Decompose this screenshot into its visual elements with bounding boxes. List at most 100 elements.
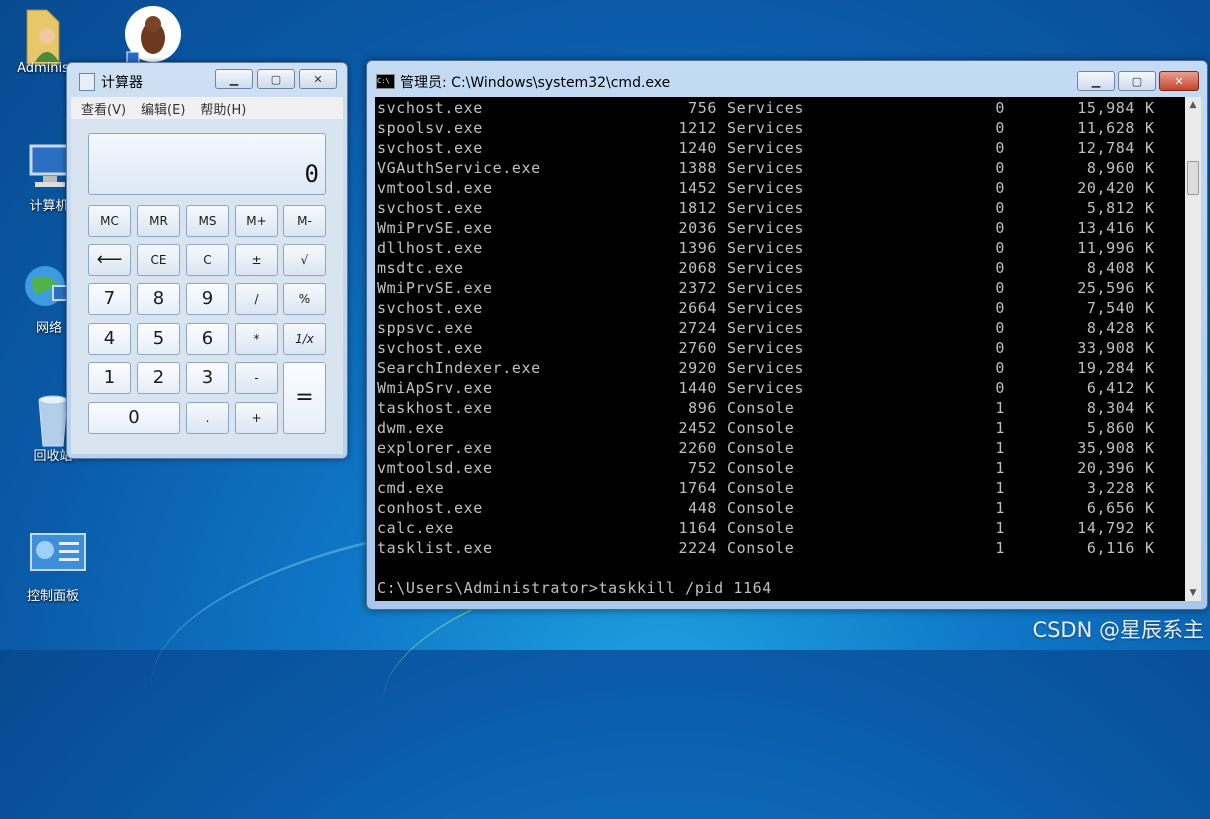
session-number: 0 <box>995 99 1005 117</box>
close-button[interactable]: ✕ <box>299 69 337 89</box>
key-backspace[interactable]: ⟵ <box>88 244 131 276</box>
desktop-icon-label: 控制面板 <box>26 589 79 604</box>
calculator-title: 计算器 <box>101 75 143 91</box>
menu-help[interactable]: 帮助(H) <box>190 97 251 118</box>
cmd-window[interactable]: C:\ 管理员: C:\Windows\system32\cmd.exe ▁ ▢… <box>366 60 1208 610</box>
key-c[interactable]: C <box>186 244 229 276</box>
memory-unit: K <box>1145 179 1155 197</box>
process-pid: 2920 <box>678 359 717 377</box>
key-ce[interactable]: CE <box>137 244 180 276</box>
process-pid: 896 <box>688 399 717 417</box>
key-sqrt[interactable]: √ <box>283 244 326 276</box>
key-reciprocal[interactable]: 1/x <box>283 323 326 355</box>
process-pid: 1212 <box>678 119 717 137</box>
memory-unit: K <box>1145 239 1155 257</box>
session-number: 0 <box>995 379 1005 397</box>
menu-edit[interactable]: 编辑(E) <box>131 97 190 118</box>
session-name: Console <box>727 519 795 537</box>
memory-unit: K <box>1145 459 1155 477</box>
minimize-button[interactable]: ▁ <box>215 69 253 89</box>
key-percent[interactable]: % <box>283 283 326 315</box>
process-pid: 1440 <box>678 379 717 397</box>
key-add[interactable]: + <box>235 402 278 434</box>
scroll-up-icon[interactable]: ▲ <box>1185 97 1201 113</box>
key-0[interactable]: 0 <box>88 402 180 434</box>
key-ms[interactable]: MS <box>186 205 229 237</box>
process-name: msdtc.exe <box>377 259 464 277</box>
memory-unit: K <box>1145 219 1155 237</box>
memory-usage: 8,960 <box>1086 159 1135 177</box>
key-5[interactable]: 5 <box>137 323 180 355</box>
key-7[interactable]: 7 <box>88 283 131 315</box>
maximize-button[interactable]: ▢ <box>257 69 295 89</box>
key-mr[interactable]: MR <box>137 205 180 237</box>
vertical-scrollbar[interactable]: ▲ ▼ <box>1185 97 1201 601</box>
calculator-titlebar[interactable]: 计算器 ▁ ▢ ✕ <box>67 63 347 97</box>
session-name: Services <box>727 139 805 157</box>
memory-unit: K <box>1145 479 1155 497</box>
maximize-button[interactable]: ▢ <box>1118 71 1156 91</box>
key-m-minus[interactable]: M- <box>283 205 326 237</box>
session-name: Services <box>727 219 805 237</box>
key-subtract[interactable]: - <box>235 362 278 394</box>
memory-unit: K <box>1145 499 1155 517</box>
session-number: 0 <box>995 199 1005 217</box>
scroll-thumb[interactable] <box>1187 161 1199 195</box>
session-name: Services <box>727 99 805 117</box>
close-button[interactable]: ✕ <box>1159 71 1199 91</box>
memory-usage: 11,628 <box>1077 119 1135 137</box>
key-4[interactable]: 4 <box>88 323 131 355</box>
process-name: VGAuthService.exe <box>377 159 541 177</box>
memory-unit: K <box>1145 99 1155 117</box>
process-pid: 1396 <box>678 239 717 257</box>
minimize-button[interactable]: ▁ <box>1077 71 1115 91</box>
session-name: Services <box>727 279 805 297</box>
process-name: svchost.exe <box>377 339 483 357</box>
key-3[interactable]: 3 <box>186 362 229 394</box>
session-name: Console <box>727 459 795 477</box>
key-equals[interactable]: = <box>283 362 326 434</box>
memory-unit: K <box>1145 119 1155 137</box>
key-9[interactable]: 9 <box>186 283 229 315</box>
session-number: 1 <box>995 439 1005 457</box>
key-8[interactable]: 8 <box>137 283 180 315</box>
process-pid: 1452 <box>678 179 717 197</box>
memory-usage: 5,860 <box>1086 419 1135 437</box>
key-mc[interactable]: MC <box>88 205 131 237</box>
desktop-icon-control-panel[interactable]: 控制面板 <box>18 530 88 604</box>
scroll-down-icon[interactable]: ▼ <box>1185 585 1201 601</box>
calculator-menubar: 查看(V) 编辑(E) 帮助(H) <box>71 97 343 119</box>
memory-usage: 3,228 <box>1086 479 1135 497</box>
key-1[interactable]: 1 <box>88 362 131 394</box>
maximize-icon: ▢ <box>270 73 282 86</box>
process-pid: 752 <box>688 459 717 477</box>
menu-view[interactable]: 查看(V) <box>71 97 131 118</box>
key-divide[interactable]: / <box>235 283 278 315</box>
session-number: 1 <box>995 419 1005 437</box>
key-decimal[interactable]: . <box>186 402 229 434</box>
key-multiply[interactable]: * <box>235 323 278 355</box>
memory-usage: 11,996 <box>1077 239 1135 257</box>
key-m-plus[interactable]: M+ <box>235 205 278 237</box>
memory-unit: K <box>1145 319 1155 337</box>
process-name: tasklist.exe <box>377 539 493 557</box>
memory-usage: 35,908 <box>1077 439 1135 457</box>
minimize-icon: ▁ <box>229 73 239 86</box>
console-output[interactable]: C:\Users\Administrator>taskkill /pid 116… <box>375 97 1185 601</box>
process-name: dwm.exe <box>377 419 445 437</box>
session-number: 0 <box>995 299 1005 317</box>
cmd-titlebar[interactable]: C:\ 管理员: C:\Windows\system32\cmd.exe ▁ ▢… <box>367 61 1207 97</box>
calculator-display: 0 <box>88 133 326 195</box>
desktop-icon-beaver-app[interactable] <box>114 6 184 65</box>
key-2[interactable]: 2 <box>137 362 180 394</box>
process-pid: 2664 <box>678 299 717 317</box>
process-pid: 1764 <box>678 479 717 497</box>
calculator-window[interactable]: 计算器 ▁ ▢ ✕ 查看(V) 编辑(E) 帮助(H) 0 MC MR MS M+ … <box>66 62 348 459</box>
process-name: svchost.exe <box>377 199 483 217</box>
key-sign[interactable]: ± <box>235 244 278 276</box>
process-pid: 2760 <box>678 339 717 357</box>
session-number: 1 <box>995 499 1005 517</box>
memory-usage: 6,116 <box>1086 539 1135 557</box>
key-6[interactable]: 6 <box>186 323 229 355</box>
command-prompt[interactable]: C:\Users\Administrator>taskkill /pid 116… <box>377 579 772 597</box>
